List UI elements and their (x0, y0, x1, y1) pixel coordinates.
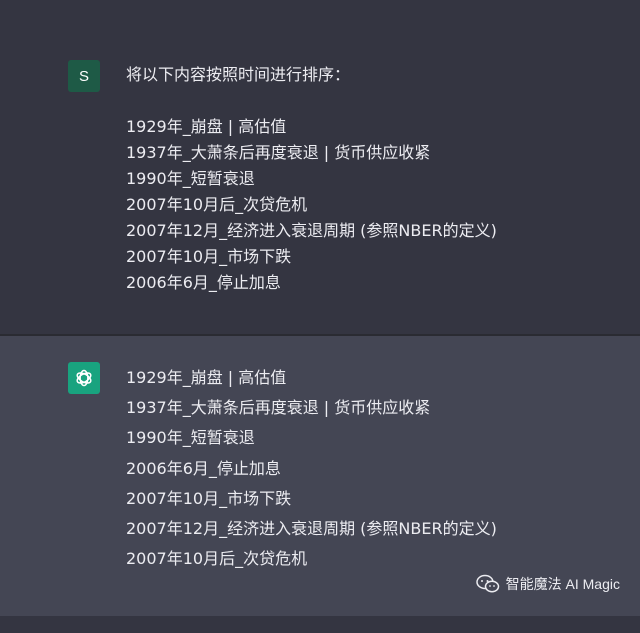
top-strip (0, 0, 640, 34)
user-list-item: 1929年_崩盘 | 高估值 (126, 117, 287, 136)
openai-logo-icon (68, 362, 100, 394)
user-avatar: S (68, 60, 100, 92)
assistant-list-item: 2007年12月_经济进入衰退周期 (参照NBER的定义) (126, 518, 497, 538)
assistant-list-item: 1929年_崩盘 | 高估值 (126, 368, 287, 387)
assistant-list-item: 2007年10月_市场下跌 (126, 488, 292, 508)
user-prompt: 将以下内容按照时间进行排序： (126, 65, 351, 84)
assistant-list-item: 2006年6月_停止加息 (126, 458, 281, 478)
user-list-item: 2007年10月后_次贷危机 (126, 195, 308, 214)
watermark: 智能魔法 AI Magic (475, 574, 620, 594)
bottom-strip (0, 616, 640, 633)
assistant-message: 1929年_崩盘 | 高估值 1937年_大萧条后再度衰退 | 货币供应收紧 1… (0, 335, 640, 616)
assistant-list-item: 1937年_大萧条后再度衰退 | 货币供应收紧 (126, 398, 431, 418)
user-list-item: 2006年6月_停止加息 (126, 273, 281, 292)
watermark-text: 智能魔法 AI Magic (505, 576, 620, 592)
assistant-list-item: 1990年_短暂衰退 (126, 428, 255, 448)
user-message: S 将以下内容按照时间进行排序： 1929年_崩盘 | 高估值 1937年_大萧… (0, 34, 640, 335)
user-list-item: 2007年12月_经济进入衰退周期 (参照NBER的定义) (126, 221, 497, 240)
user-list-item: 1990年_短暂衰退 (126, 169, 255, 188)
wechat-icon (475, 574, 500, 594)
chat-page: S 将以下内容按照时间进行排序： 1929年_崩盘 | 高估值 1937年_大萧… (0, 0, 640, 633)
user-list-item: 2007年10月_市场下跌 (126, 247, 292, 266)
assistant-list-item: 2007年10月后_次贷危机 (126, 549, 308, 569)
user-list-item: 1937年_大萧条后再度衰退 | 货币供应收紧 (126, 143, 431, 162)
assistant-message-text: 1929年_崩盘 | 高估值 1937年_大萧条后再度衰退 | 货币供应收紧 1… (126, 363, 497, 574)
user-message-text: 将以下内容按照时间进行排序： 1929年_崩盘 | 高估值 1937年_大萧条后… (126, 62, 497, 296)
user-avatar-letter: S (78, 67, 89, 85)
